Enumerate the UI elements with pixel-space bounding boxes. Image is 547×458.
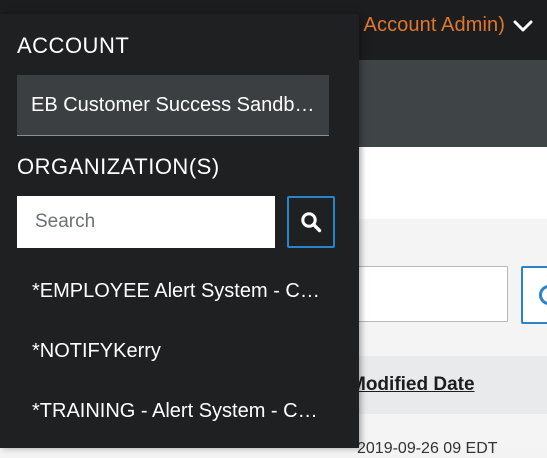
column-header-modified-date[interactable]: Modified Date [350, 374, 475, 396]
organization-item[interactable]: *NOTIFYKerry [32, 340, 322, 363]
filter-search-button[interactable] [521, 266, 547, 324]
account-select[interactable]: EB Customer Success Sandbox [17, 75, 329, 136]
search-icon [539, 285, 547, 305]
organization-search-button[interactable] [287, 196, 335, 248]
table-row-date: 2019-09-26 09 EDT [357, 440, 498, 457]
organization-item[interactable]: *TRAINING - Alert System - Customer Succ… [32, 400, 322, 423]
organization-item[interactable]: *EMPLOYEE Alert System - Customer Succes… [32, 280, 322, 303]
account-role-text: Account Admin) [363, 14, 505, 36]
organization-search-input[interactable] [17, 196, 275, 248]
account-organization-dropdown: ACCOUNT EB Customer Success Sandbox ORGA… [0, 14, 359, 448]
account-label: ACCOUNT [17, 33, 130, 58]
search-icon [301, 212, 322, 233]
organizations-label: ORGANIZATION(S) [17, 154, 220, 179]
account-switcher-toggle[interactable]: Account Admin) [364, 14, 533, 37]
chevron-down-icon [513, 19, 533, 33]
